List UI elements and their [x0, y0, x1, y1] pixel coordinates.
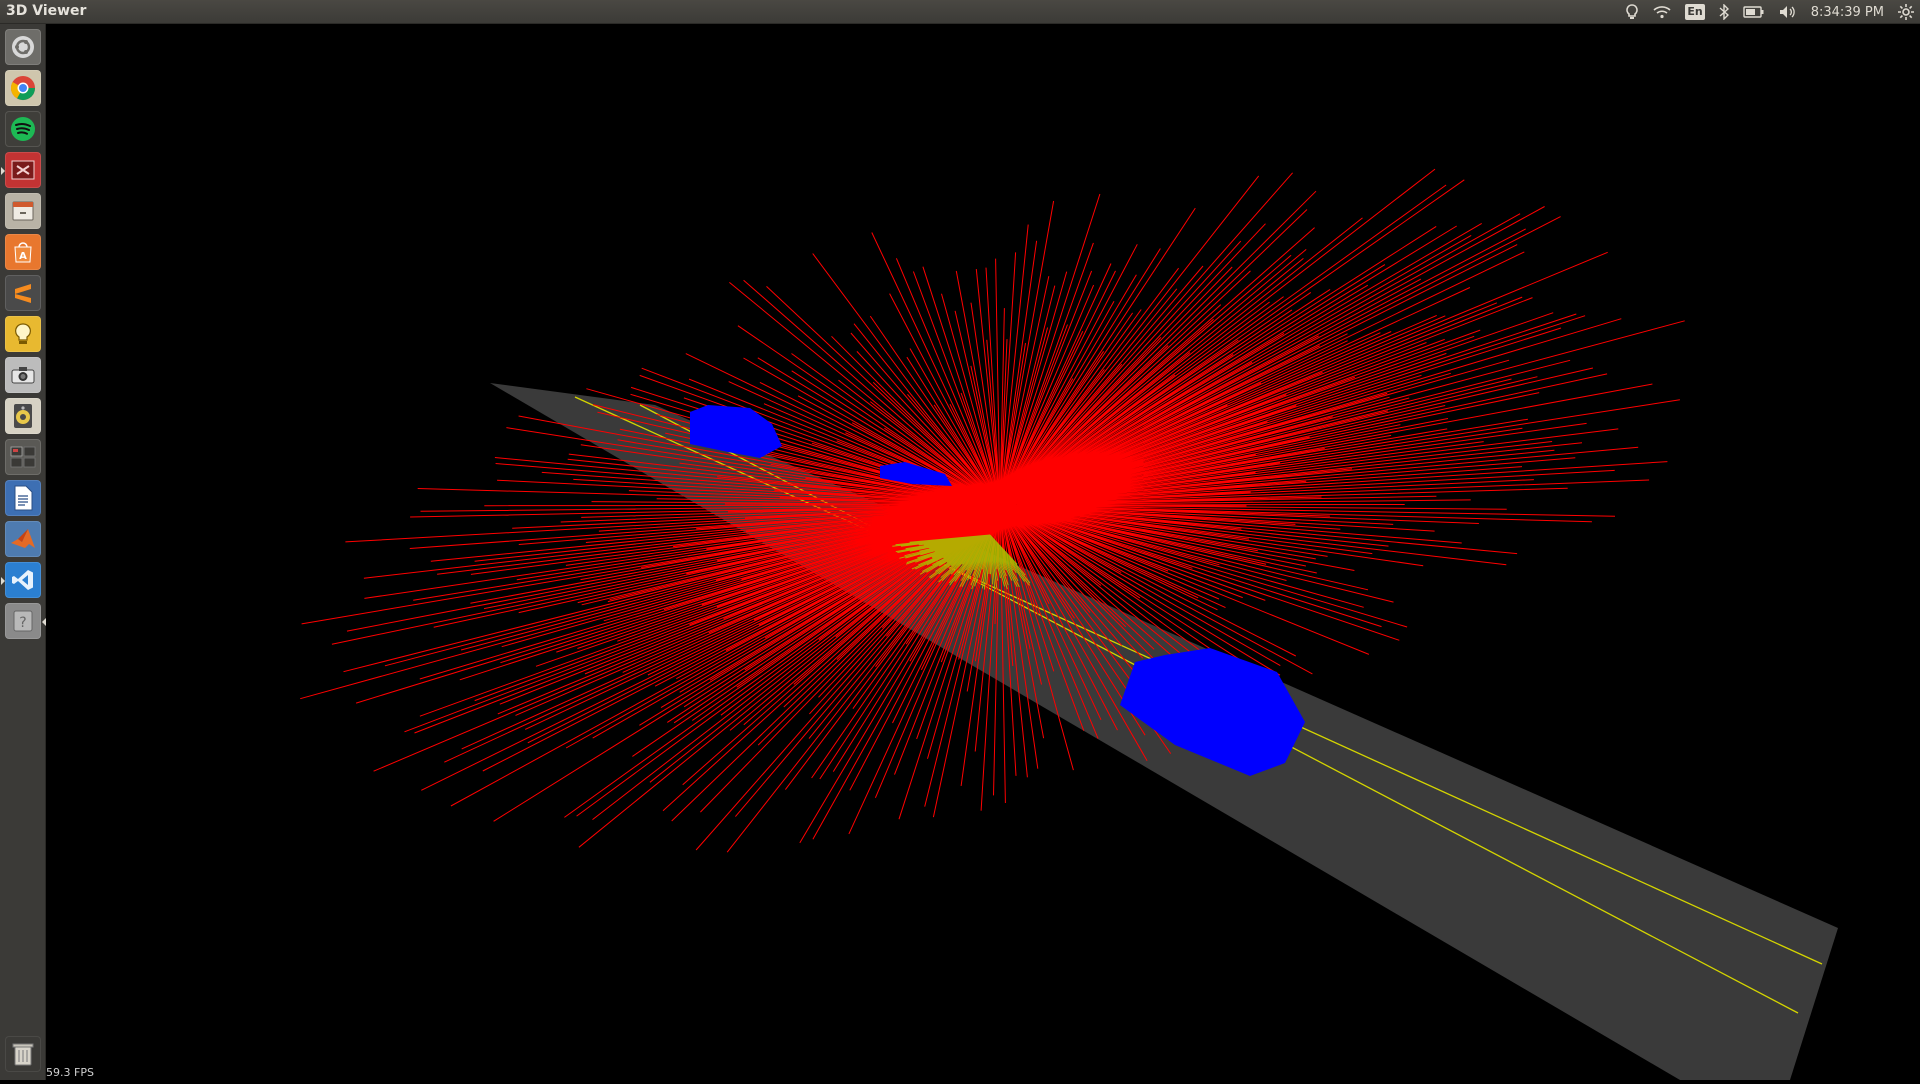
wifi-icon[interactable]: [1653, 0, 1671, 24]
launcher-sidebar: A ?: [0, 24, 46, 1080]
fps-counter: 59.3 FPS: [46, 1066, 94, 1079]
software-center-icon: A: [14, 242, 32, 263]
matlab-icon: [11, 529, 35, 548]
launcher-item-terminal-app[interactable]: [1, 152, 41, 188]
lidar-rays: [300, 168, 1685, 853]
ubuntu-logo-icon: [12, 36, 34, 58]
app-title: 3D Viewer: [6, 3, 87, 19]
launcher-item-camera[interactable]: [5, 357, 41, 393]
file-cabinet-icon: [12, 201, 34, 221]
bluetooth-icon[interactable]: [1719, 0, 1729, 24]
launcher-item-spotify[interactable]: [5, 111, 41, 147]
launcher-item-unknown-app[interactable]: ?: [5, 603, 46, 639]
vscode-icon: [12, 570, 33, 590]
keyboard-layout-icon[interactable]: En: [1685, 0, 1705, 24]
launcher-item-dash-home[interactable]: [5, 29, 41, 65]
launcher-item-notes[interactable]: [5, 316, 41, 352]
notification-bulb-icon[interactable]: [1625, 0, 1639, 24]
running-indicator: [1, 577, 5, 585]
volume-icon[interactable]: [1779, 0, 1797, 24]
speaker-icon: [14, 404, 32, 428]
system-gear-icon[interactable]: [1898, 0, 1914, 24]
trash-icon: [12, 1043, 34, 1066]
launcher-item-sublime-text[interactable]: [5, 275, 41, 311]
workspaces-icon: [10, 446, 36, 468]
3d-viewport[interactable]: [46, 24, 1920, 1080]
scene-canvas[interactable]: [46, 24, 1920, 1080]
spotify-icon: [11, 117, 35, 141]
lightbulb-icon: [15, 323, 31, 344]
question-icon: ?: [13, 610, 33, 632]
red-app-icon: [11, 160, 35, 180]
clock[interactable]: 8:34:39 PM: [1811, 5, 1884, 20]
document-icon: [14, 485, 33, 511]
keyboard-layout-label: En: [1685, 4, 1705, 20]
battery-icon[interactable]: [1742, 0, 1765, 24]
indicator-area: En 8:34:39 PM: [1625, 0, 1914, 24]
launcher-item-speaker[interactable]: [5, 398, 41, 434]
svg-text:?: ?: [19, 615, 26, 631]
camera-icon: [11, 367, 35, 384]
launcher-item-matlab[interactable]: [5, 521, 41, 557]
lidar-ray-bundle: [300, 168, 1685, 853]
sublime-icon: [15, 284, 31, 303]
launcher-item-chrome[interactable]: [5, 70, 41, 106]
launcher-item-vscode[interactable]: [1, 562, 41, 598]
svg-text:A: A: [19, 251, 27, 262]
top-panel: 3D Viewer En 8:34:39 PM: [0, 0, 1920, 24]
running-indicator: [1, 167, 5, 175]
launcher-item-workspace-switcher[interactable]: [5, 439, 41, 475]
launcher-item-writer[interactable]: [5, 480, 41, 516]
launcher-item-files[interactable]: [5, 193, 41, 229]
launcher-item-trash[interactable]: [5, 1036, 41, 1072]
chrome-icon: [10, 76, 35, 101]
launcher-item-software-center[interactable]: A: [5, 234, 41, 270]
